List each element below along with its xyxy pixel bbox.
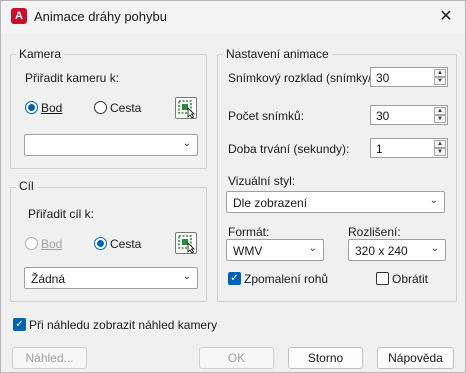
target-path-combo-value: Žádná xyxy=(31,272,66,286)
camera-radio-point[interactable] xyxy=(25,101,38,114)
spin-up-icon[interactable]: ▲ xyxy=(434,69,446,77)
camera-assign-label: Přiřadit kameru k: xyxy=(25,71,120,85)
chevron-down-icon: ⌄ xyxy=(182,271,191,282)
spin-up-icon[interactable]: ▲ xyxy=(434,107,446,115)
target-group-legend: Cíl xyxy=(16,179,37,193)
chevron-down-icon: ⌄ xyxy=(308,243,317,254)
title-bar: A Animace dráhy pohybu ✕ xyxy=(1,1,465,33)
help-button[interactable]: Nápověda xyxy=(377,347,454,369)
spin-down-icon[interactable]: ▼ xyxy=(434,148,446,156)
target-radio-point-label[interactable]: Bod xyxy=(41,237,62,251)
target-radio-path-label[interactable]: Cesta xyxy=(110,237,141,251)
target-radio-path[interactable] xyxy=(94,237,107,250)
duration-label: Doba trvání (sekundy): xyxy=(228,142,350,156)
target-assign-label: Přiřadit cíl k: xyxy=(28,207,95,221)
reverse-checkbox[interactable] xyxy=(376,272,389,285)
target-path-combo[interactable]: Žádná ⌄ xyxy=(24,267,198,289)
camera-radio-path[interactable] xyxy=(94,101,107,114)
visual-style-value: Dle zobrazení xyxy=(233,196,308,210)
cancel-button[interactable]: Storno xyxy=(288,347,363,369)
visual-style-label: Vizuální styl: xyxy=(228,174,296,188)
corner-deceleration-label[interactable]: Zpomalení rohů xyxy=(244,272,328,286)
autocad-app-icon: A xyxy=(11,8,27,24)
spin-up-icon[interactable]: ▲ xyxy=(434,140,446,148)
frame-rate-value[interactable]: 30 xyxy=(376,71,389,85)
preview-button[interactable]: Náhled... xyxy=(12,347,87,369)
preview-camera-label[interactable]: Při náhledu zobrazit náhled kamery xyxy=(29,318,217,332)
chevron-down-icon: ⌄ xyxy=(429,195,438,206)
frames-value[interactable]: 30 xyxy=(376,109,389,123)
chevron-down-icon: ⌄ xyxy=(182,138,191,149)
pick-select-icon xyxy=(178,100,195,118)
pick-select-icon xyxy=(178,235,195,253)
target-pick-button[interactable] xyxy=(175,232,197,254)
chevron-down-icon: ⌄ xyxy=(430,243,439,254)
camera-group-legend: Kamera xyxy=(16,47,65,61)
camera-path-combo[interactable]: ⌄ xyxy=(24,134,198,156)
format-label: Formát: xyxy=(228,225,270,239)
corner-deceleration-checkbox[interactable]: ✓ xyxy=(228,272,241,285)
resolution-label: Rozlišení: xyxy=(348,225,401,239)
duration-value[interactable]: 1 xyxy=(376,142,383,156)
frames-label: Počet snímků: xyxy=(228,109,305,123)
camera-radio-point-label[interactable]: Bod xyxy=(41,101,62,115)
resolution-value: 320 x 240 xyxy=(355,244,408,258)
target-radio-point[interactable] xyxy=(25,237,38,250)
format-value: WMV xyxy=(233,244,263,258)
frame-rate-spinner[interactable]: 30 ▲ ▼ xyxy=(370,67,448,87)
camera-pick-button[interactable] xyxy=(175,97,197,119)
frames-spinner[interactable]: 30 ▲ ▼ xyxy=(370,105,448,125)
spin-down-icon[interactable]: ▼ xyxy=(434,115,446,123)
close-icon[interactable]: ✕ xyxy=(433,5,459,29)
duration-spinner[interactable]: 1 ▲ ▼ xyxy=(370,138,448,158)
animation-settings-legend: Nastavení animace xyxy=(223,47,332,61)
preview-camera-checkbox[interactable]: ✓ xyxy=(13,318,26,331)
visual-style-combo[interactable]: Dle zobrazení ⌄ xyxy=(226,191,445,213)
format-combo[interactable]: WMV ⌄ xyxy=(226,239,324,261)
resolution-combo[interactable]: 320 x 240 ⌄ xyxy=(348,239,446,261)
dialog-window: A Animace dráhy pohybu ✕ Kamera Přiřadit… xyxy=(0,0,466,373)
reverse-label[interactable]: Obrátit xyxy=(392,272,428,286)
frame-rate-label: Snímkový rozklad (snímky/s): xyxy=(228,71,385,85)
window-title: Animace dráhy pohybu xyxy=(34,9,167,24)
ok-button[interactable]: OK xyxy=(199,347,274,369)
camera-radio-path-label[interactable]: Cesta xyxy=(110,101,141,115)
spin-down-icon[interactable]: ▼ xyxy=(434,77,446,85)
